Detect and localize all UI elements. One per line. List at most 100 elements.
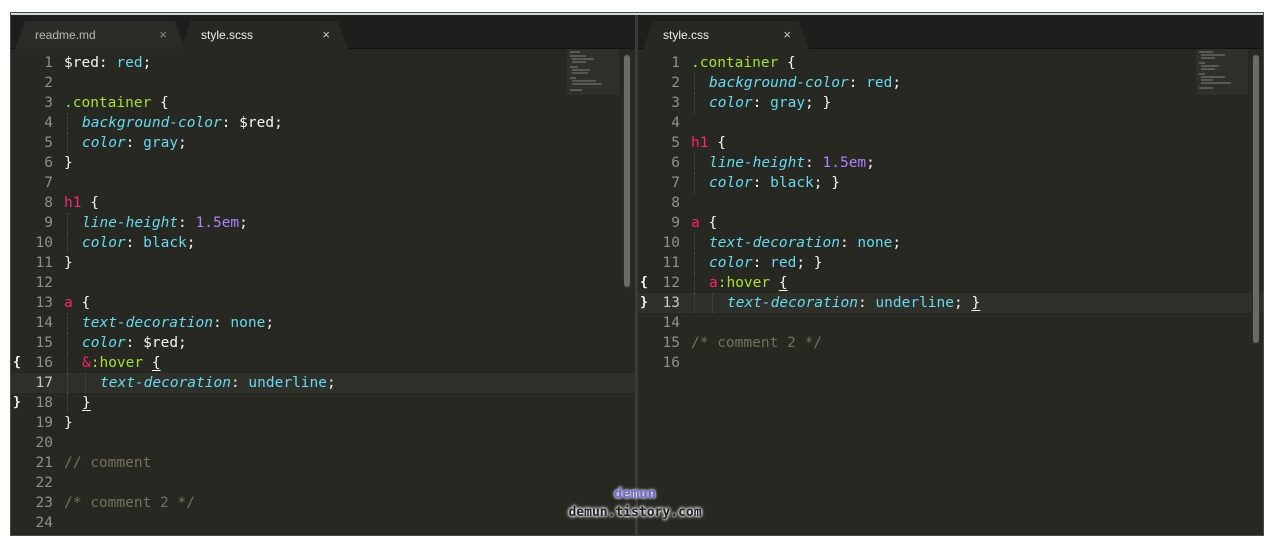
code-line: 8 bbox=[638, 193, 1263, 213]
close-icon[interactable]: × bbox=[159, 27, 167, 42]
code-line: 1 $red: red; bbox=[11, 53, 635, 73]
line-number: 1 bbox=[671, 55, 680, 71]
code-line: 16 bbox=[638, 353, 1263, 373]
line-number: 16 bbox=[35, 355, 53, 371]
code-line: 21// comment bbox=[11, 453, 635, 473]
line-number: 11 bbox=[662, 255, 680, 271]
matched-brace: } bbox=[971, 295, 981, 311]
matched-brace: } bbox=[82, 395, 91, 411]
line-number: 9 bbox=[44, 215, 53, 231]
left-scrollbar[interactable] bbox=[623, 53, 631, 289]
left-minimap[interactable] bbox=[567, 49, 619, 95]
line-number: 12 bbox=[35, 275, 53, 291]
tab-label: style.scss bbox=[201, 28, 254, 42]
code-line: } 18} bbox=[11, 393, 635, 413]
line-number: 13 bbox=[35, 295, 53, 311]
line-number: 1 bbox=[44, 55, 53, 71]
tab-label: readme.md bbox=[35, 28, 96, 42]
line-number: 6 bbox=[44, 155, 53, 171]
watermark-url: demun.tistory.com bbox=[568, 505, 702, 520]
code-line: 5 h1 { bbox=[638, 133, 1263, 153]
watermark-name: demun bbox=[613, 486, 657, 502]
matched-brace: { bbox=[151, 355, 161, 371]
code-line: 6 line-height: 1.5em; bbox=[638, 153, 1263, 173]
code-line: 3 color: gray; } bbox=[638, 93, 1263, 113]
left-scrollbar-thumb[interactable] bbox=[624, 55, 630, 287]
line-number: 19 bbox=[35, 415, 53, 431]
line-number: 22 bbox=[35, 475, 53, 491]
code-line: 15 color: $red; bbox=[11, 333, 635, 353]
line-number: 4 bbox=[44, 115, 53, 131]
code-line: 3 .container { bbox=[11, 93, 635, 113]
right-editor-pane[interactable]: style.css × 1 .container { 2 background-co… bbox=[638, 15, 1263, 535]
left-editor-pane[interactable]: readme.md × style.scss × 1 $red: red; 2 3… bbox=[11, 15, 635, 535]
right-tab-bar: style.css × bbox=[638, 15, 1263, 49]
code-line: 12 bbox=[11, 273, 635, 293]
code-line: 10 color: black; bbox=[11, 233, 635, 253]
code-line: 9a { bbox=[638, 213, 1263, 233]
code-line: 8 h1 { bbox=[11, 193, 635, 213]
right-scrollbar[interactable] bbox=[1252, 53, 1260, 345]
line-number: 4 bbox=[671, 115, 680, 131]
code-line: 1 .container { bbox=[638, 53, 1263, 73]
code-line: 4 bbox=[638, 113, 1263, 133]
code-line: 2 bbox=[11, 73, 635, 93]
line-number: 11 bbox=[35, 255, 53, 271]
watermark: demun demun.tistory.com bbox=[548, 484, 722, 522]
line-number: 9 bbox=[671, 215, 680, 231]
close-icon[interactable]: × bbox=[322, 27, 330, 42]
code-line: 14 text-decoration: none; bbox=[11, 313, 635, 333]
code-line: 9 line-height: 1.5em; bbox=[11, 213, 635, 233]
code-line: 24 bbox=[11, 513, 635, 533]
code-line-current: 17 text-decoration: underline; bbox=[11, 373, 635, 393]
code-line: 22 bbox=[11, 473, 635, 493]
line-number: 14 bbox=[662, 315, 680, 331]
tab-label: style.css bbox=[663, 28, 710, 42]
line-number: 14 bbox=[35, 315, 53, 331]
tab-style-css[interactable]: style.css × bbox=[643, 21, 809, 49]
matched-brace: { bbox=[778, 275, 788, 291]
line-number: 6 bbox=[671, 155, 680, 171]
tab-style-scss[interactable]: style.scss × bbox=[181, 21, 348, 49]
code-line: 2 background-color: red; bbox=[638, 73, 1263, 93]
code-line: 11} bbox=[11, 253, 635, 273]
right-minimap[interactable] bbox=[1196, 49, 1248, 95]
line-number: 2 bbox=[44, 75, 53, 91]
line-number: 24 bbox=[35, 515, 53, 531]
code-line: 7 color: black; } bbox=[638, 173, 1263, 193]
line-number: 15 bbox=[35, 335, 53, 351]
code-line: 15/* comment 2 */ bbox=[638, 333, 1263, 353]
line-number: 20 bbox=[35, 435, 53, 451]
line-number: 5 bbox=[671, 135, 680, 151]
code-line: 11 color: red; } bbox=[638, 253, 1263, 273]
line-number: 7 bbox=[671, 175, 680, 191]
code-line: 7 bbox=[11, 173, 635, 193]
line-number: 21 bbox=[35, 455, 53, 471]
line-number: 3 bbox=[671, 95, 680, 111]
code-line: {16 &:hover { bbox=[13, 353, 161, 373]
close-icon[interactable]: × bbox=[783, 27, 791, 42]
code-line-current: } 13 text-decoration: underline; } bbox=[638, 293, 1263, 313]
line-number: 10 bbox=[662, 235, 680, 251]
code-line: 6} bbox=[11, 153, 635, 173]
line-number: 12 bbox=[662, 275, 680, 291]
code-line: 4 background-color: $red; bbox=[11, 113, 635, 133]
line-number: 10 bbox=[35, 235, 53, 251]
line-number: 16 bbox=[662, 355, 680, 371]
code-line: 10 text-decoration: none; bbox=[638, 233, 1263, 253]
editor-window: readme.md × style.scss × 1 $red: red; 2 3… bbox=[10, 12, 1264, 536]
line-number: 5 bbox=[44, 135, 53, 151]
code-line: 19} bbox=[11, 413, 635, 433]
code-line: 13 a { bbox=[11, 293, 635, 313]
line-number: 15 bbox=[662, 335, 680, 351]
right-scrollbar-thumb[interactable] bbox=[1253, 55, 1259, 343]
tab-readme-md[interactable]: readme.md × bbox=[15, 21, 185, 49]
line-number: 18 bbox=[35, 395, 53, 411]
line-number: 8 bbox=[44, 195, 53, 211]
left-tab-bar: readme.md × style.scss × bbox=[11, 15, 635, 49]
line-number: 7 bbox=[44, 175, 53, 191]
code-line: 23/* comment 2 */ bbox=[11, 493, 635, 513]
code-line: {12 a:hover { bbox=[640, 273, 788, 293]
code-line: 5 color: gray; bbox=[11, 133, 635, 153]
line-number: 23 bbox=[35, 495, 53, 511]
